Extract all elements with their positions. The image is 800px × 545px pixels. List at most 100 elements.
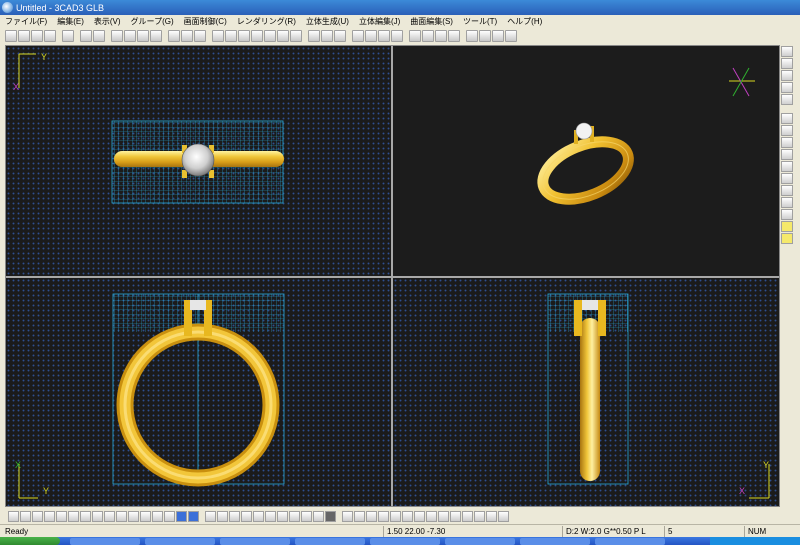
surface-icon[interactable] <box>253 510 264 522</box>
rotate-view-icon[interactable] <box>781 82 793 93</box>
fillet-solid-icon[interactable] <box>289 510 300 522</box>
group-icon[interactable] <box>137 30 149 42</box>
taskbar-button[interactable] <box>595 538 665 545</box>
view-front-icon[interactable] <box>422 30 434 42</box>
ring-tool-icon[interactable] <box>342 510 353 522</box>
redraw-icon[interactable] <box>290 30 302 42</box>
menu-view[interactable]: 表示(V) <box>89 16 126 27</box>
rotate-object-icon[interactable] <box>781 149 793 160</box>
menu-rendering[interactable]: レンダリング(R) <box>232 16 301 27</box>
zoom-window-icon[interactable] <box>251 30 263 42</box>
menu-solid-edit[interactable]: 立体編集(J) <box>354 16 405 27</box>
draw-arc-icon[interactable] <box>44 510 55 522</box>
zoom-previous-icon[interactable] <box>277 30 289 42</box>
save-file-icon[interactable] <box>31 30 43 42</box>
cut-icon[interactable] <box>80 30 92 42</box>
taskbar-button[interactable] <box>370 538 440 545</box>
cad-workspace[interactable]: Y X Y X X Y <box>5 45 780 507</box>
align-icon[interactable] <box>781 185 793 196</box>
patch-icon[interactable] <box>265 510 276 522</box>
menu-group[interactable]: グループ(G) <box>126 16 179 27</box>
draw-rectangle-icon[interactable] <box>80 510 91 522</box>
ungroup-icon[interactable] <box>150 30 162 42</box>
viewport-side[interactable]: X Y <box>393 278 779 506</box>
grid-icon[interactable] <box>352 30 364 42</box>
material-icon[interactable] <box>781 221 793 232</box>
view-side-icon[interactable] <box>781 70 793 81</box>
move-icon[interactable] <box>781 125 793 136</box>
undo-icon[interactable] <box>62 30 74 42</box>
gem-tool-icon[interactable] <box>354 510 365 522</box>
revolve-icon[interactable] <box>217 510 228 522</box>
zoom-out-icon[interactable] <box>238 30 250 42</box>
menu-edit[interactable]: 編集(E) <box>52 16 89 27</box>
viewport-1-icon[interactable] <box>391 30 403 42</box>
curve-edit-icon[interactable] <box>176 510 187 522</box>
render-icon[interactable] <box>168 30 180 42</box>
view-top-icon[interactable] <box>781 46 793 57</box>
taskbar-button[interactable] <box>145 538 215 545</box>
draw-polyline-icon[interactable] <box>20 510 31 522</box>
taskbar-button[interactable] <box>295 538 365 545</box>
loft-icon[interactable] <box>241 510 252 522</box>
view-top-icon[interactable] <box>435 30 447 42</box>
shank-tool-icon[interactable] <box>426 510 437 522</box>
view-3d-icon[interactable] <box>409 30 421 42</box>
menu-solid-create[interactable]: 立体生成(U) <box>301 16 354 27</box>
layout-grid-icon[interactable] <box>365 30 377 42</box>
export-icon[interactable] <box>498 510 509 522</box>
extend-icon[interactable] <box>128 510 139 522</box>
texture-icon[interactable] <box>462 510 473 522</box>
shading-icon[interactable] <box>466 30 478 42</box>
zoom-fit-icon[interactable] <box>264 30 276 42</box>
menu-file[interactable]: ファイル(F) <box>0 16 52 27</box>
viewport-top[interactable]: Y X <box>6 46 391 276</box>
wireframe-icon[interactable] <box>479 30 491 42</box>
taskbar-button[interactable] <box>70 538 140 545</box>
gem-setting-icon[interactable] <box>781 233 793 244</box>
menu-surface-edit[interactable]: 曲面編集(S) <box>405 16 458 27</box>
hidden-line-icon[interactable] <box>492 30 504 42</box>
bezel-tool-icon[interactable] <box>378 510 389 522</box>
draw-ellipse-icon[interactable] <box>68 510 79 522</box>
point-icon[interactable] <box>334 30 346 42</box>
offset-icon[interactable] <box>104 510 115 522</box>
print-icon[interactable] <box>44 30 56 42</box>
point-edit-icon[interactable] <box>188 510 199 522</box>
array-icon[interactable] <box>781 197 793 208</box>
copy-icon[interactable] <box>93 30 105 42</box>
draw-line-icon[interactable] <box>8 510 19 522</box>
snap-icon[interactable] <box>321 30 333 42</box>
pan-icon[interactable] <box>212 30 224 42</box>
draw-curve-icon[interactable] <box>32 510 43 522</box>
fillet-icon[interactable] <box>140 510 151 522</box>
volume-icon[interactable] <box>486 510 497 522</box>
union-icon[interactable] <box>301 510 312 522</box>
intersect-icon[interactable] <box>325 510 336 522</box>
select-all-icon[interactable] <box>124 30 136 42</box>
select-icon[interactable] <box>111 30 123 42</box>
render-settings-icon[interactable] <box>181 30 193 42</box>
viewport-splitter-horizontal[interactable] <box>6 276 779 278</box>
engrave-icon[interactable] <box>438 510 449 522</box>
weight-icon[interactable] <box>474 510 485 522</box>
boolean-icon[interactable] <box>781 209 793 220</box>
extrude-icon[interactable] <box>205 510 216 522</box>
text-icon[interactable] <box>164 510 175 522</box>
start-button[interactable] <box>0 537 60 545</box>
shell-icon[interactable] <box>277 510 288 522</box>
trim-icon[interactable] <box>116 510 127 522</box>
view-front-icon[interactable] <box>781 58 793 69</box>
view-side-icon[interactable] <box>448 30 460 42</box>
viewport-4-icon[interactable] <box>378 30 390 42</box>
draw-circle-icon[interactable] <box>56 510 67 522</box>
taskbar-button[interactable] <box>520 538 590 545</box>
measure-icon[interactable] <box>308 30 320 42</box>
pave-tool-icon[interactable] <box>390 510 401 522</box>
channel-tool-icon[interactable] <box>402 510 413 522</box>
viewport-perspective[interactable] <box>393 46 779 276</box>
orbit-icon[interactable] <box>781 94 793 105</box>
copy-object-icon[interactable] <box>781 137 793 148</box>
sweep-icon[interactable] <box>229 510 240 522</box>
scale-icon[interactable] <box>781 161 793 172</box>
